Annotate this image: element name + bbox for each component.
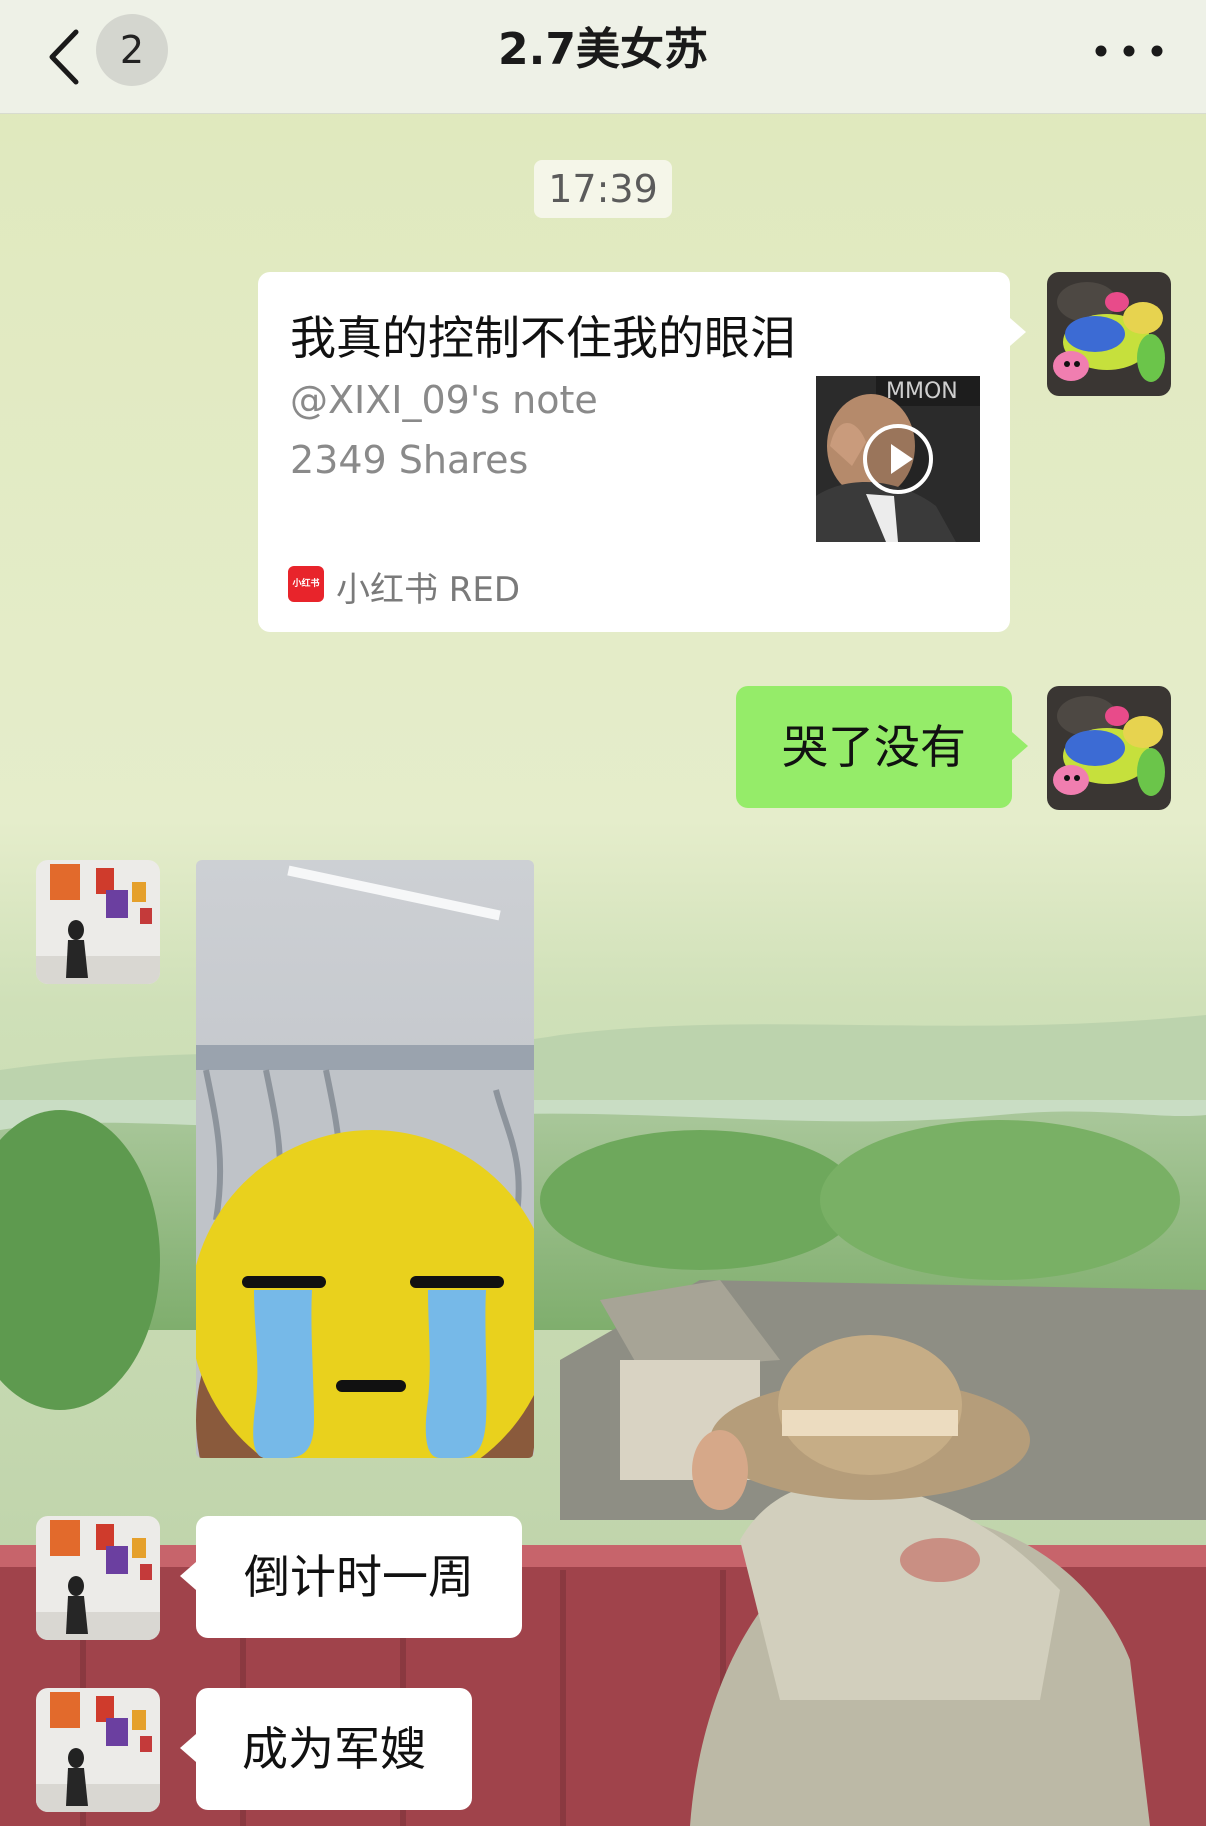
plush-toys-avatar-image (1047, 272, 1171, 396)
svg-text:MMON: MMON (886, 379, 958, 404)
self-avatar[interactable] (1047, 272, 1171, 396)
video-play-icon (863, 424, 933, 494)
contact-avatar[interactable] (36, 860, 160, 984)
chat-title: 2.7美女苏 (498, 24, 708, 75)
ellipsis-icon (1095, 45, 1163, 57)
sent-message-bubble[interactable]: 哭了没有 (736, 686, 1012, 808)
card-title: 我真的控制不住我的眼泪 (290, 311, 796, 365)
chevron-left-icon (49, 29, 79, 85)
received-bubble-tail (180, 1562, 196, 1590)
self-avatar[interactable] (1047, 686, 1171, 810)
received-message-bubble[interactable]: 成为军嫂 (196, 1688, 472, 1810)
card-bubble-tail (1010, 318, 1026, 346)
sent-bubble-tail (1012, 732, 1028, 760)
chat-header: 2 2.7美女苏 (0, 0, 1206, 114)
gallery-avatar-image (36, 1688, 160, 1812)
xiaohongshu-logo-icon: 小红书 (288, 566, 324, 602)
room-photo-with-crying-sticker (196, 860, 534, 1458)
more-options-button[interactable] (1084, 26, 1174, 76)
received-message-bubble[interactable]: 倒计时一周 (196, 1516, 522, 1638)
plush-toys-avatar-image (1047, 686, 1171, 810)
received-bubble-tail (180, 1734, 196, 1762)
contact-avatar[interactable] (36, 1516, 160, 1640)
card-author: @XIXI_09's note (290, 378, 598, 422)
gallery-avatar-image (36, 1516, 160, 1640)
video-thumbnail[interactable]: MMON (816, 376, 980, 542)
gallery-avatar-image (36, 860, 160, 984)
back-button[interactable] (40, 20, 96, 90)
chat-screen: 2 2.7美女苏 17:39 我真的控制不住我的眼泪 @XIXI_09's no… (0, 0, 1206, 1826)
shared-note-card[interactable]: 我真的控制不住我的眼泪 @XIXI_09's note 2349 Shares … (258, 272, 1010, 632)
contact-avatar[interactable] (36, 1688, 160, 1812)
card-share-count: 2349 Shares (290, 438, 529, 482)
message-timestamp: 17:39 (534, 160, 672, 218)
unread-count-badge[interactable]: 2 (96, 14, 168, 86)
received-photo-message[interactable] (196, 860, 534, 1458)
card-source-label: 小红书 RED (336, 570, 521, 610)
